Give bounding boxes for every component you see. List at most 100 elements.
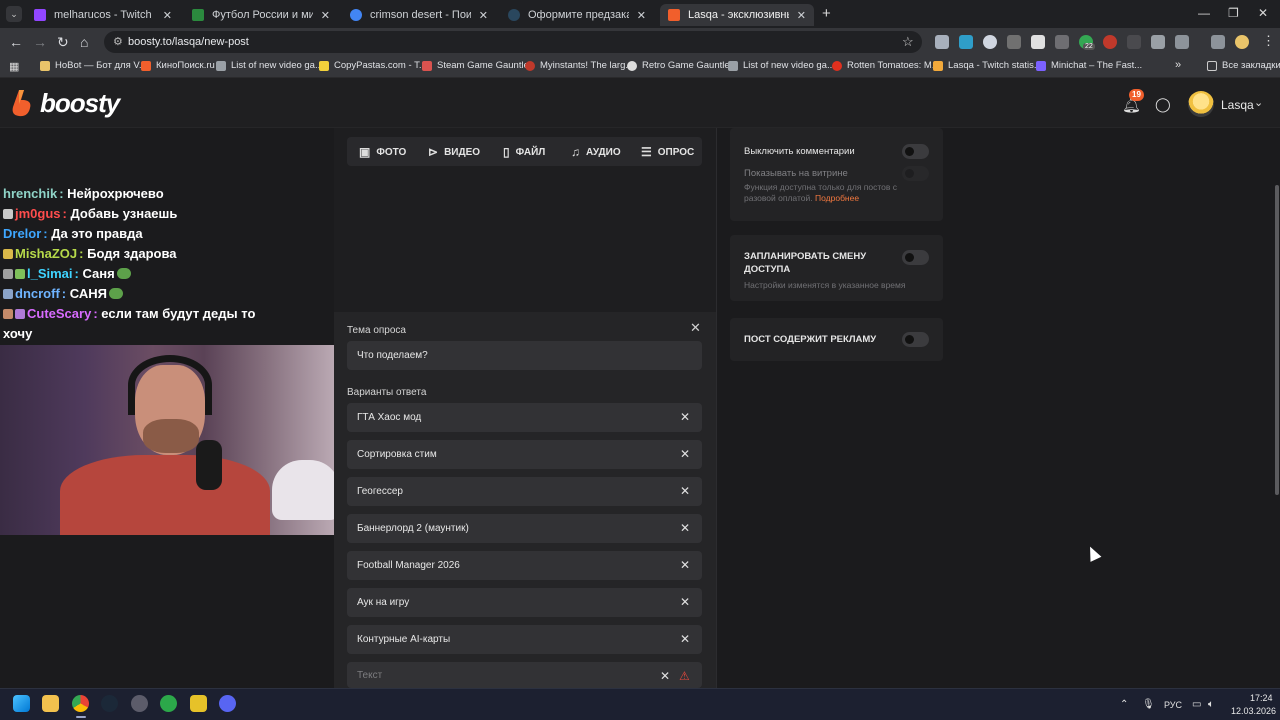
steam-icon[interactable]: [101, 695, 118, 712]
extension-game-icon[interactable]: [1031, 35, 1045, 49]
poll-option-input[interactable]: Аук на игру ✕: [347, 588, 702, 617]
obs-icon[interactable]: [190, 695, 207, 712]
clock-date[interactable]: 12.03.2026: [1231, 706, 1276, 716]
browser-tab[interactable]: melharucos - Twitch ✕: [26, 4, 180, 26]
remove-option-icon[interactable]: ✕: [680, 410, 690, 424]
add-photo-button[interactable]: ▣ ФОТО: [359, 145, 406, 159]
poll-option-input[interactable]: Football Manager 2026 ✕: [347, 551, 702, 580]
tab-search-button[interactable]: ⌄: [6, 6, 22, 22]
poll-option-input[interactable]: Контурные AI-карты ✕: [347, 625, 702, 654]
tray-chevron-icon[interactable]: ⌃: [1120, 699, 1128, 710]
bookmark-item[interactable]: Steam Game Gauntlet: [422, 60, 532, 71]
extension-database-icon[interactable]: [935, 35, 949, 49]
bookmark-item[interactable]: Minichat – The Fast...: [1036, 60, 1142, 71]
maximize-icon[interactable]: ❐: [1228, 6, 1239, 20]
extension-b-icon[interactable]: [1127, 35, 1141, 49]
messages-icon[interactable]: ◯: [1155, 96, 1171, 113]
poll-option-input[interactable]: ГТА Хаос мод ✕: [347, 403, 702, 432]
ads-toggle[interactable]: [902, 332, 929, 347]
discord-icon[interactable]: [219, 695, 236, 712]
browser-tab-active[interactable]: Lasqa - эксклюзивный конте ✕: [660, 4, 814, 26]
boosty-logo-text[interactable]: boosty: [40, 88, 120, 119]
browser-menu-icon[interactable]: ⋮: [1262, 33, 1275, 49]
add-file-button[interactable]: ▯ ФАЙЛ: [503, 145, 545, 159]
bookmark-item[interactable]: Myinstants! The larg...: [525, 60, 633, 71]
chrome-icon[interactable]: [72, 695, 89, 712]
remove-option-icon[interactable]: ✕: [680, 447, 690, 461]
bookmark-item[interactable]: List of new video ga...: [728, 60, 835, 71]
bookmark-item[interactable]: CopyPastas.com - T...: [319, 60, 427, 71]
disable-comments-toggle[interactable]: [902, 144, 929, 159]
profile-avatar-icon[interactable]: [1235, 35, 1249, 49]
more-bookmarks-icon[interactable]: »: [1175, 59, 1181, 71]
poll-topic-input[interactable]: Что поделаем?: [347, 341, 702, 370]
network-icon[interactable]: ▭: [1192, 699, 1201, 710]
reload-icon[interactable]: ↻: [57, 34, 69, 51]
extension-window-icon[interactable]: [1151, 35, 1165, 49]
address-bar[interactable]: ⚙ boosty.to/lasqa/new-post: [104, 31, 922, 53]
schedule-access-toggle[interactable]: [902, 250, 929, 265]
scrollbar-thumb[interactable]: [1275, 185, 1279, 495]
extension-drop-icon[interactable]: [983, 35, 997, 49]
bookmark-item[interactable]: Retro Game Gauntlet: [627, 60, 732, 71]
bookmark-item[interactable]: Lasqa - Twitch statis...: [933, 60, 1042, 71]
input-language[interactable]: РУС: [1164, 700, 1182, 710]
boosty-logo-icon[interactable]: [10, 89, 32, 117]
new-poll-option-input[interactable]: Текст ✕ ⚠: [347, 662, 702, 688]
bookmark-item[interactable]: List of new video ga...: [216, 60, 323, 71]
add-audio-button[interactable]: ♫ АУДИО: [571, 145, 621, 159]
apps-grid-icon[interactable]: ▦: [9, 60, 19, 73]
tab-close-icon[interactable]: ✕: [163, 9, 172, 22]
reading-list-icon[interactable]: [1211, 35, 1225, 49]
chat-nick: jm0gus: [15, 206, 61, 221]
bookmark-star-icon[interactable]: ☆: [902, 34, 914, 50]
forward-icon[interactable]: →: [33, 34, 47, 50]
remove-option-icon[interactable]: ✕: [680, 558, 690, 572]
extension-block-icon[interactable]: [1103, 35, 1117, 49]
extensions-puzzle-icon[interactable]: [1175, 35, 1189, 49]
new-tab-button[interactable]: +: [822, 5, 831, 22]
poll-option-input[interactable]: Геогессер ✕: [347, 477, 702, 506]
all-bookmarks[interactable]: Все закладки: [1207, 60, 1280, 71]
windows-start-icon[interactable]: [13, 695, 30, 712]
xbox-icon[interactable]: [160, 695, 177, 712]
file-explorer-icon[interactable]: [42, 695, 59, 712]
remove-option-icon[interactable]: ✕: [680, 521, 690, 535]
browser-tab[interactable]: crimson desert - Поиск в Goog ✕: [342, 4, 496, 26]
add-video-button[interactable]: ⊳ ВИДЕО: [428, 145, 480, 159]
tab-close-icon[interactable]: ✕: [321, 9, 330, 22]
avatar[interactable]: [1188, 91, 1214, 117]
extension-seven-tv-icon[interactable]: [959, 35, 973, 49]
bookmark-item[interactable]: КиноПоиск.ru: [141, 60, 215, 71]
extension-glasses-icon[interactable]: [1007, 35, 1021, 49]
remove-option-icon[interactable]: ✕: [680, 595, 690, 609]
home-icon[interactable]: ⌂: [80, 34, 88, 50]
bookmark-item[interactable]: Rotten Tomatoes: M...: [832, 60, 940, 71]
post-text-area[interactable]: [334, 176, 716, 310]
volume-icon[interactable]: 🔈︎: [1208, 699, 1214, 710]
tab-close-icon[interactable]: ✕: [797, 9, 806, 22]
close-window-icon[interactable]: ✕: [1258, 6, 1268, 20]
chevron-down-icon[interactable]: ⌄: [1254, 96, 1263, 109]
browser-tab[interactable]: Футбол России и мира 2026 - ✕: [184, 4, 338, 26]
bookmark-item[interactable]: НоBot — Бот для V...: [40, 60, 147, 71]
browser-tab[interactable]: Оформите предзаказ на Crims ✕: [500, 4, 654, 26]
site-info-icon[interactable]: ⚙: [113, 35, 123, 48]
poll-option-input[interactable]: Сортировка стим ✕: [347, 440, 702, 469]
remove-option-icon[interactable]: ✕: [680, 484, 690, 498]
app-icon[interactable]: [131, 695, 148, 712]
remove-option-icon[interactable]: ✕: [680, 632, 690, 646]
extension-grid-icon[interactable]: [1055, 35, 1069, 49]
clear-option-icon[interactable]: ✕: [660, 669, 670, 683]
tab-close-icon[interactable]: ✕: [637, 9, 646, 22]
add-poll-button[interactable]: ☰ ОПРОС: [641, 145, 694, 159]
showcase-learn-more-link[interactable]: Подробнее: [815, 193, 859, 203]
clock-time[interactable]: 17:24: [1250, 693, 1273, 703]
close-poll-icon[interactable]: ✕: [690, 320, 701, 336]
back-icon[interactable]: ←: [9, 34, 23, 50]
poll-option-input[interactable]: Баннерлорд 2 (маунтик) ✕: [347, 514, 702, 543]
username[interactable]: Lasqa: [1221, 98, 1254, 112]
microphone-tray-icon[interactable]: 🎙︎: [1142, 699, 1155, 710]
minimize-icon[interactable]: —: [1198, 6, 1210, 20]
tab-close-icon[interactable]: ✕: [479, 9, 488, 22]
